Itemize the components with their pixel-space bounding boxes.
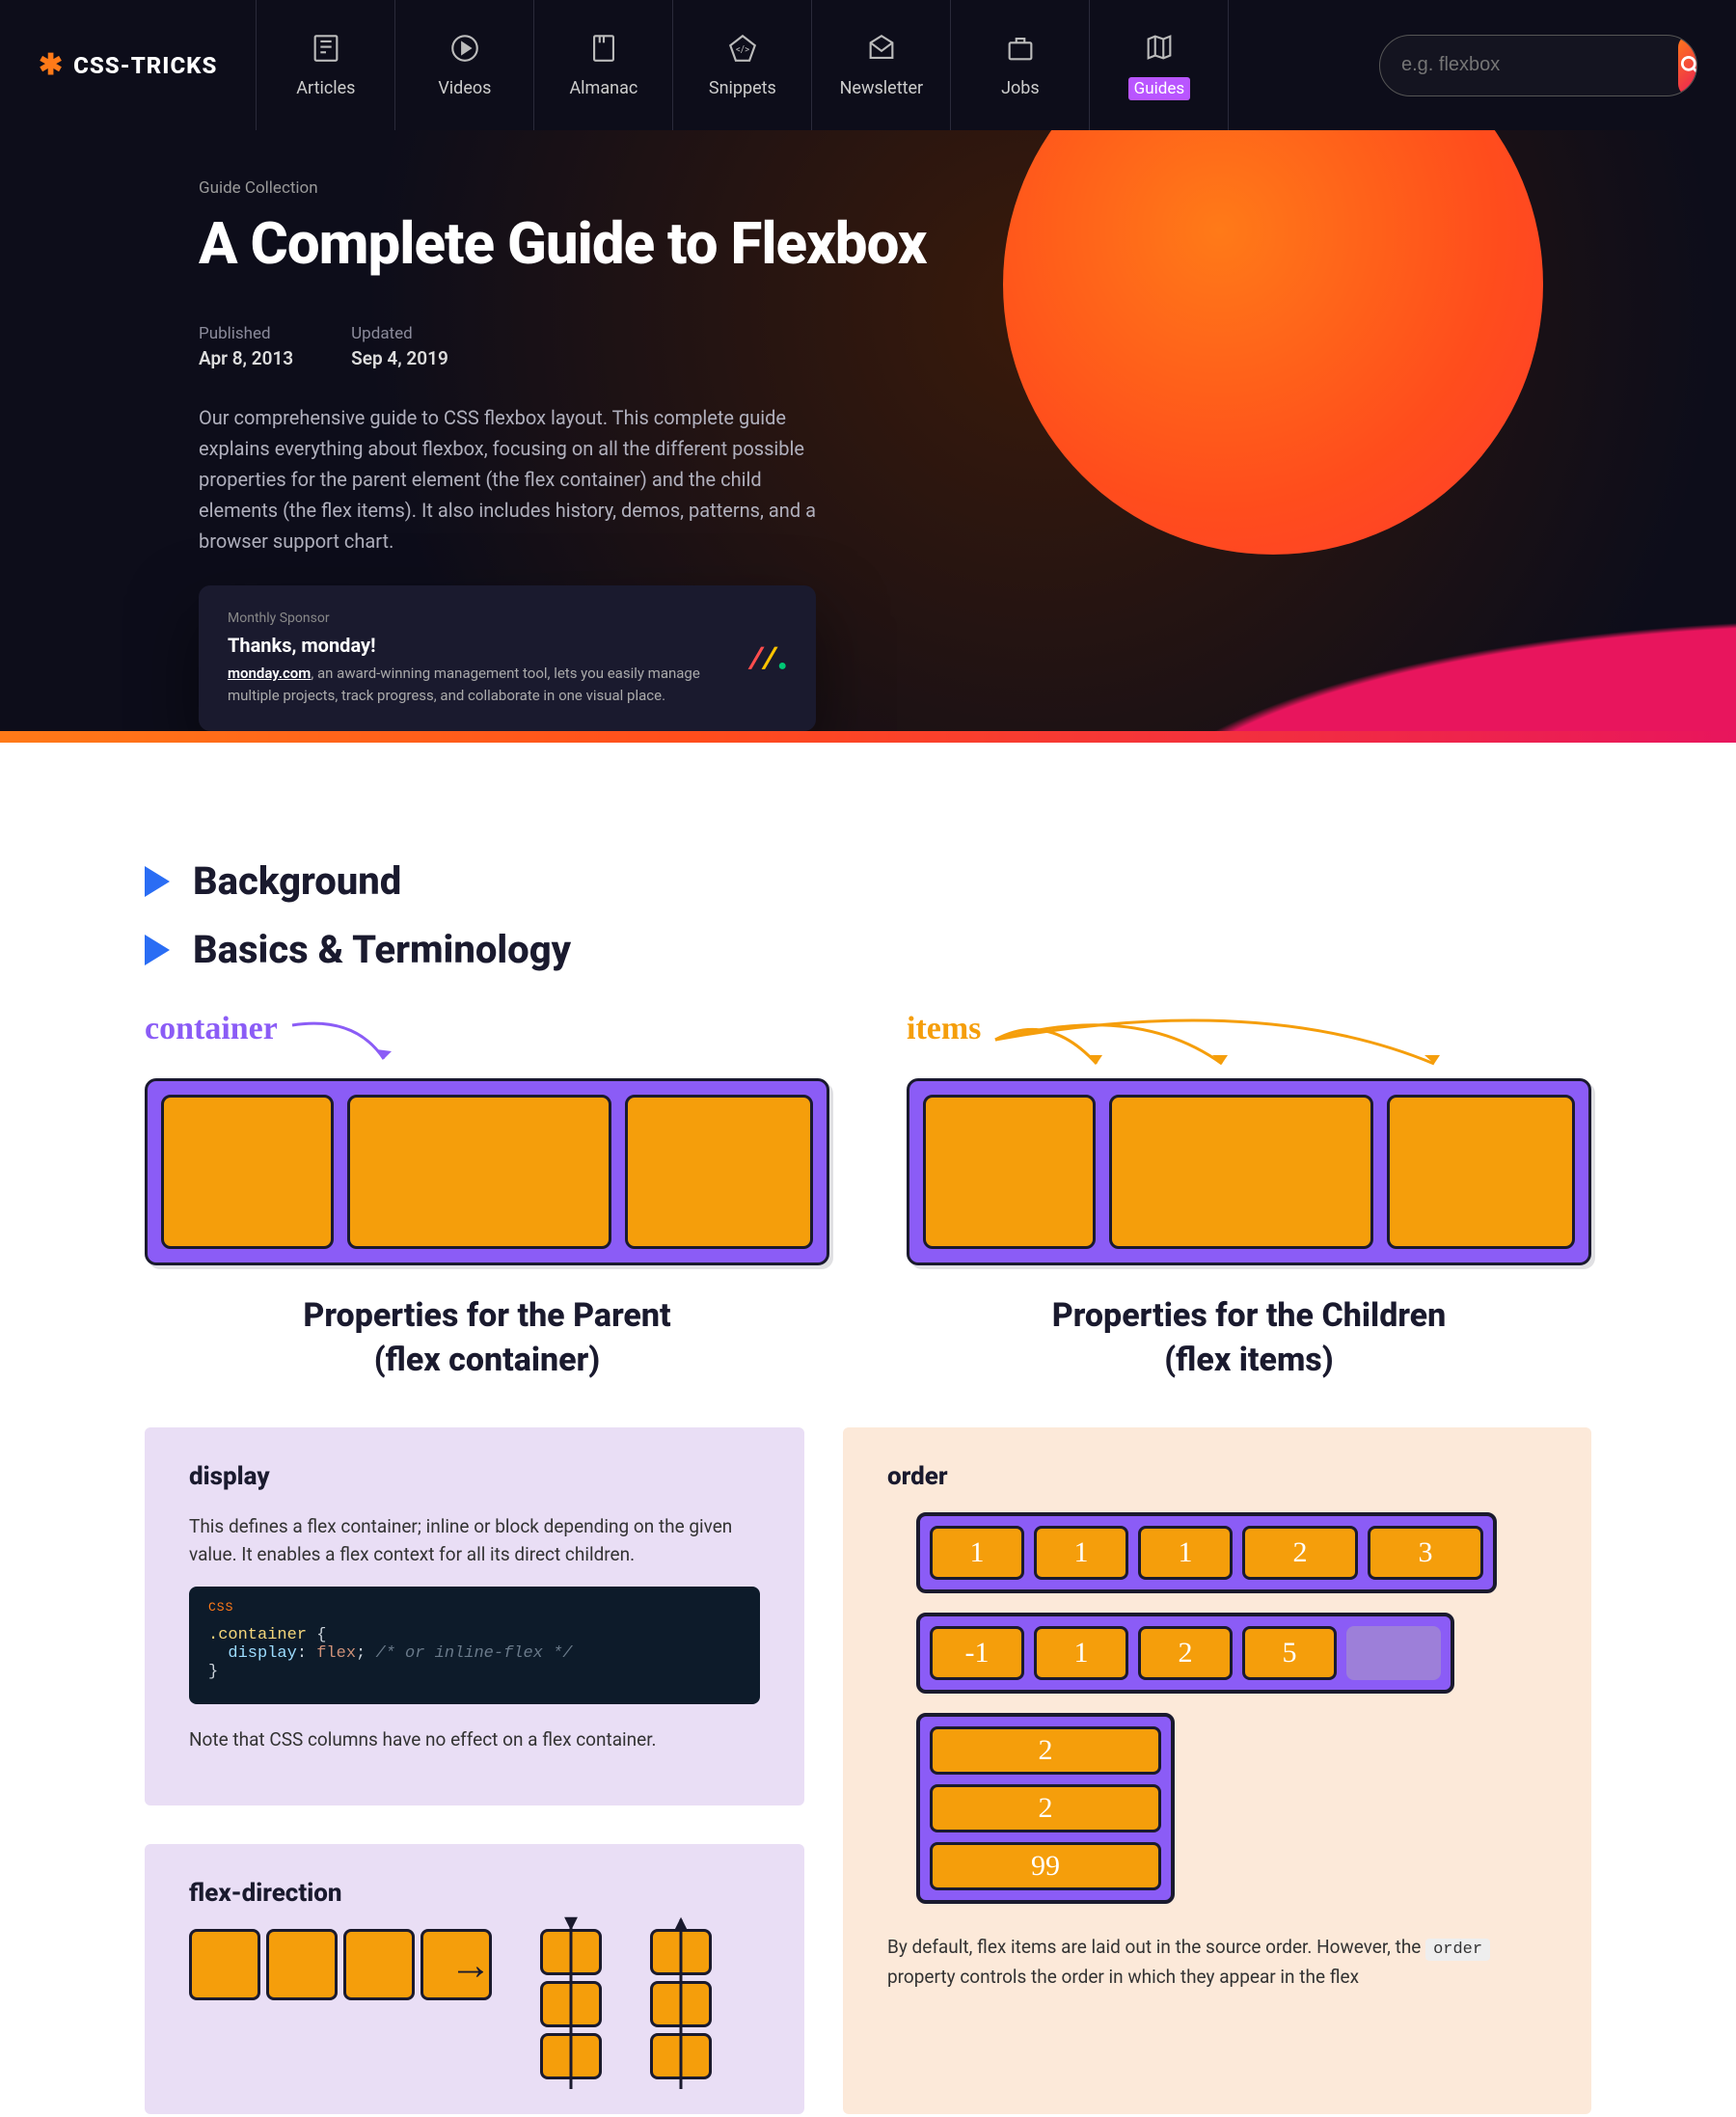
sponsor-label: Monthly Sponsor bbox=[228, 611, 732, 626]
card-text: By default, flex items are laid out in t… bbox=[887, 1933, 1547, 1992]
map-icon bbox=[1143, 31, 1176, 64]
nav-newsletter[interactable]: Newsletter bbox=[812, 0, 951, 130]
article-meta: Published Apr 8, 2013 Updated Sep 4, 201… bbox=[199, 324, 1221, 369]
asterisk-icon: ✱ bbox=[39, 48, 64, 82]
children-properties-heading: Properties for the Children(flex items) bbox=[907, 1294, 1591, 1383]
flex-direction-card: flex-direction → ▾ ▴ bbox=[145, 1844, 804, 2114]
card-heading: flex-direction bbox=[189, 1879, 760, 1908]
sponsor-thanks: Thanks, monday! bbox=[228, 634, 732, 657]
code-icon: </> bbox=[726, 32, 759, 65]
order-cell: 1 bbox=[1034, 1526, 1128, 1580]
article-body: Background Basics & Terminology containe… bbox=[125, 858, 1611, 2114]
search-icon bbox=[1678, 53, 1697, 78]
site-logo[interactable]: ✱ CSS-TRICKS bbox=[39, 48, 217, 82]
card-note: Note that CSS columns have no effect on … bbox=[189, 1725, 760, 1753]
container-label: container bbox=[145, 1011, 278, 1047]
section-basics[interactable]: Basics & Terminology bbox=[145, 927, 1591, 972]
section-heading: Background bbox=[193, 858, 401, 904]
items-diagram: items Properties for the Children(flex i… bbox=[907, 1011, 1591, 1383]
order-cell: 2 bbox=[1138, 1626, 1233, 1680]
main-nav: Articles Videos Almanac </> Snippets New… bbox=[256, 0, 1229, 130]
order-cell: 1 bbox=[930, 1526, 1024, 1580]
arrow-icon bbox=[287, 1011, 403, 1069]
nav-guides[interactable]: Guides bbox=[1090, 0, 1229, 130]
order-cell bbox=[1346, 1626, 1441, 1680]
flex-direction-graphic: → ▾ ▴ bbox=[189, 1929, 760, 2079]
play-circle-icon bbox=[448, 32, 481, 65]
gradient-divider bbox=[0, 731, 1736, 743]
briefcase-icon bbox=[1004, 32, 1037, 65]
card-heading: order bbox=[887, 1462, 1547, 1491]
article-intro: Our comprehensive guide to CSS flexbox l… bbox=[199, 402, 816, 556]
updated-date: Sep 4, 2019 bbox=[351, 347, 448, 369]
code-block: CSS .container { display: flex; /* or in… bbox=[189, 1587, 760, 1704]
sponsor-copy: monday.com, an award-winning management … bbox=[228, 663, 732, 706]
order-cell: 5 bbox=[1242, 1626, 1337, 1680]
newspaper-icon bbox=[310, 32, 342, 65]
parent-properties-heading: Properties for the Parent(flex container… bbox=[145, 1294, 829, 1383]
logo-text: CSS-TRICKS bbox=[73, 52, 217, 79]
flex-container-graphic bbox=[145, 1078, 829, 1265]
card-heading: display bbox=[189, 1462, 760, 1491]
order-cell: 99 bbox=[930, 1842, 1161, 1890]
order-card: order 11123 -1125 2299 By default, flex … bbox=[843, 1427, 1591, 2114]
container-diagram: container Properties for the Parent(flex… bbox=[145, 1011, 829, 1383]
breadcrumb[interactable]: Guide Collection bbox=[199, 178, 1221, 198]
search-input[interactable] bbox=[1380, 54, 1678, 76]
page-title: A Complete Guide to Flexbox bbox=[199, 209, 1221, 278]
hero-section: Guide Collection A Complete Guide to Fle… bbox=[0, 130, 1736, 731]
monday-logo-icon: //● bbox=[751, 641, 787, 675]
nav-snippets[interactable]: </> Snippets bbox=[673, 0, 812, 130]
book-icon bbox=[587, 32, 620, 65]
card-text: This defines a flex container; inline or… bbox=[189, 1512, 760, 1569]
order-cell: 2 bbox=[1242, 1526, 1358, 1580]
order-cell: 1 bbox=[1138, 1526, 1233, 1580]
nav-almanac[interactable]: Almanac bbox=[534, 0, 673, 130]
triangle-right-icon bbox=[145, 866, 170, 897]
section-background[interactable]: Background bbox=[145, 858, 1591, 904]
diagram-row: container Properties for the Parent(flex… bbox=[145, 1011, 1591, 1383]
order-cell: 3 bbox=[1368, 1526, 1483, 1580]
search-button[interactable] bbox=[1678, 35, 1697, 96]
flex-items-graphic bbox=[907, 1078, 1591, 1265]
published-label: Published bbox=[199, 324, 293, 343]
arrow-right-icon: → bbox=[449, 1940, 492, 1990]
nav-jobs[interactable]: Jobs bbox=[951, 0, 1090, 130]
updated-label: Updated bbox=[351, 324, 448, 343]
order-cell: 2 bbox=[930, 1726, 1161, 1775]
triangle-right-icon bbox=[145, 935, 170, 965]
order-cell: 1 bbox=[1034, 1626, 1128, 1680]
nav-videos[interactable]: Videos bbox=[395, 0, 534, 130]
order-graphic: 11123 -1125 2299 bbox=[916, 1512, 1547, 1904]
order-cell: -1 bbox=[930, 1626, 1024, 1680]
published-date: Apr 8, 2013 bbox=[199, 347, 293, 369]
nav-articles[interactable]: Articles bbox=[257, 0, 395, 130]
sponsor-link[interactable]: monday.com bbox=[228, 665, 311, 682]
top-navigation: ✱ CSS-TRICKS Articles Videos Almanac </>… bbox=[0, 0, 1736, 130]
sponsor-card[interactable]: Monthly Sponsor Thanks, monday! monday.c… bbox=[199, 585, 816, 731]
order-cell: 2 bbox=[930, 1784, 1161, 1832]
display-card: display This defines a flex container; i… bbox=[145, 1427, 804, 1805]
search-box[interactable] bbox=[1379, 35, 1697, 96]
svg-text:</>: </> bbox=[736, 44, 749, 55]
arrows-icon bbox=[990, 1011, 1492, 1078]
section-heading: Basics & Terminology bbox=[193, 927, 571, 972]
envelope-icon bbox=[865, 32, 898, 65]
property-cards-row: display This defines a flex container; i… bbox=[145, 1427, 1591, 2114]
items-label: items bbox=[907, 1011, 981, 1047]
